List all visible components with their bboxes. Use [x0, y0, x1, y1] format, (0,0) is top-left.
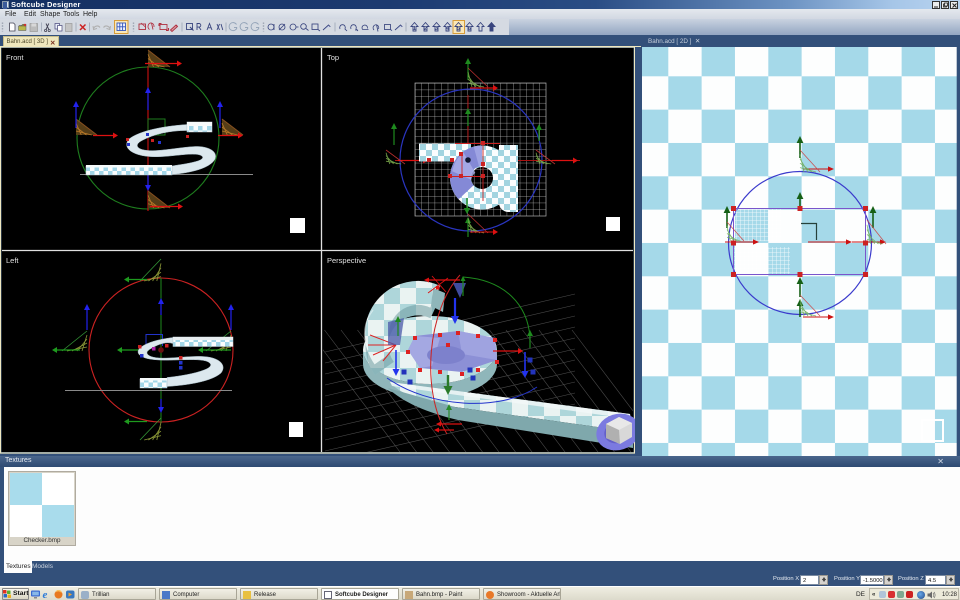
svg-text:Top: Top	[327, 53, 339, 62]
svg-text:2: 2	[424, 26, 427, 32]
svg-text:1: 1	[413, 26, 416, 32]
svg-text:Front: Front	[6, 53, 24, 62]
svg-text:Perspective: Perspective	[327, 256, 366, 265]
svg-text:Left: Left	[6, 256, 19, 265]
svg-text:e: e	[43, 590, 48, 599]
svg-text:3: 3	[435, 26, 438, 32]
svg-text:5: 5	[457, 26, 460, 32]
svg-text:6: 6	[468, 26, 471, 32]
